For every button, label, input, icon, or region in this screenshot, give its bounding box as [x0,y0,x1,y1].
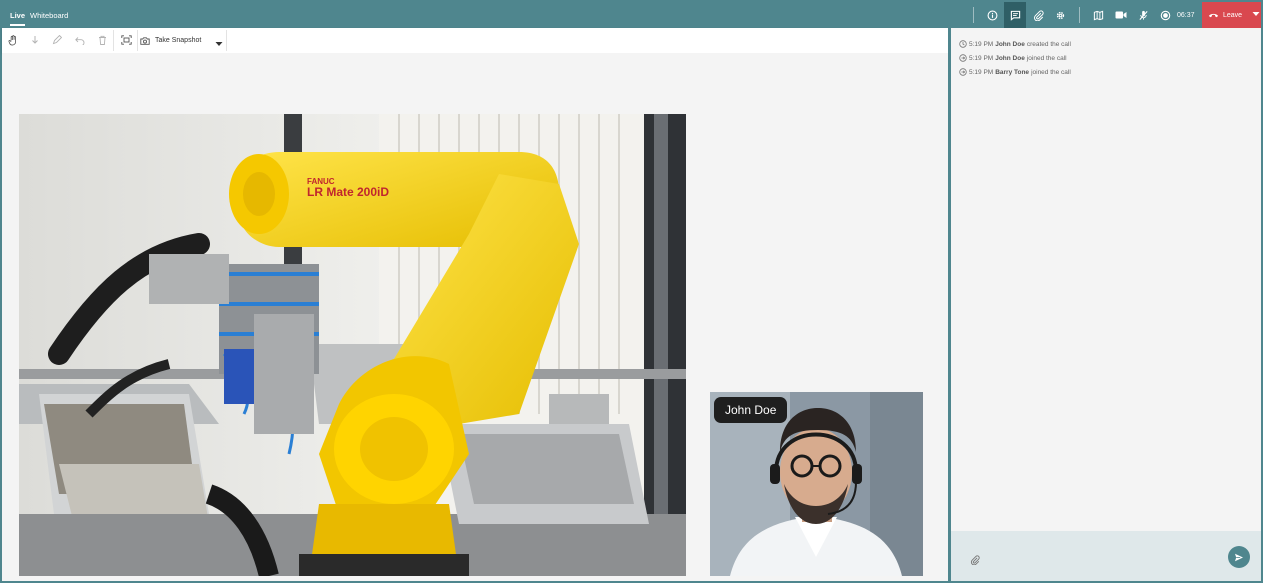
list-item: 5:19 PM John Doe created the call [958,37,1071,51]
take-snapshot-label: Take Snapshot [155,37,202,44]
camera-icon[interactable] [1112,6,1130,24]
leave-label: Leave [1223,11,1243,19]
event-action: joined the call [1031,68,1071,76]
message-composer[interactable] [951,531,1261,581]
toolbar-divider [226,30,227,51]
event-user: John Doe [995,54,1025,62]
trash-icon[interactable] [94,32,110,48]
toolbar-divider [113,30,114,51]
undo-icon[interactable] [72,32,88,48]
event-action: created the call [1026,40,1071,48]
attachment-icon[interactable] [970,552,980,566]
event-action: joined the call [1026,54,1067,62]
hang-up-icon [1208,11,1219,19]
participant-name-badge: John Doe [714,397,788,423]
send-button[interactable] [1228,546,1250,568]
join-icon [958,54,967,63]
list-item: 5:19 PM Barry Tone joined the call [958,65,1071,79]
tab-live[interactable]: Live [10,2,26,28]
robot-arm-image: FANUC LR Mate 200iD [19,114,686,576]
event-user: Barry Tone [995,68,1030,76]
call-timer: 06:37 [1177,12,1195,19]
participant-video-tile[interactable]: John Doe [710,392,923,576]
chat-panel: 5:19 PM John Doe created the call 5:19 P… [951,28,1261,581]
svg-text:LR Mate 200iD: LR Mate 200iD [307,185,389,199]
take-snapshot-button[interactable]: Take Snapshot [140,31,223,50]
arrow-down-icon[interactable] [27,32,43,48]
event-time: 5:19 PM [969,68,994,76]
map-icon[interactable] [1089,6,1107,24]
info-icon[interactable] [983,6,1001,24]
chevron-down-icon[interactable] [215,34,223,52]
list-item: 5:19 PM John Doe joined the call [958,51,1071,65]
join-icon [958,68,967,77]
send-icon [1234,553,1244,562]
camera-icon [140,36,150,45]
settings-icon[interactable] [1051,6,1069,24]
clock-icon [958,40,967,49]
hand-icon[interactable] [5,32,21,48]
whiteboard-toolbar: Take Snapshot [2,28,948,53]
attachment-icon[interactable] [1029,6,1047,24]
chat-icon[interactable] [1004,2,1026,28]
event-user: John Doe [995,40,1025,48]
tab-whiteboard[interactable]: Whiteboard [30,2,68,28]
toolbar-divider [137,30,138,51]
toolbar-divider [973,7,974,23]
screen-capture-icon[interactable] [118,32,134,48]
record-icon[interactable] [1156,6,1174,24]
pen-icon[interactable] [49,32,65,48]
chevron-down-icon[interactable] [1252,11,1260,17]
top-bar: Live Whiteboard 06:37 Leave [2,2,1261,28]
live-stage: FANUC LR Mate 200iD John Doe [2,53,948,581]
event-list: 5:19 PM John Doe created the call 5:19 P… [958,37,1071,79]
leave-button[interactable]: Leave [1202,2,1261,28]
mic-off-icon[interactable] [1134,6,1152,24]
event-time: 5:19 PM [969,40,994,48]
toolbar-divider [1079,7,1080,23]
app-window: Live Whiteboard 06:37 Leave Take Snapsho… [0,0,1263,583]
event-time: 5:19 PM [969,54,994,62]
